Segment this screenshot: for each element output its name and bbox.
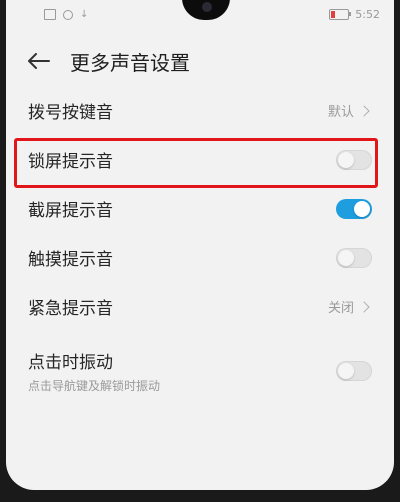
battery-icon [329, 9, 352, 20]
toggle-switch[interactable] [336, 247, 372, 268]
row-emergency-tone[interactable]: 紧急提示音 关闭 [6, 282, 394, 331]
sim-icon [44, 9, 56, 20]
row-label: 锁屏提示音 [28, 152, 113, 172]
screen: ↓ 5:52 更多声音设置 拨号按键音 默认 锁屏提示音 截屏提示音 触摸提示音… [6, 0, 394, 490]
chevron-right-icon [358, 104, 370, 117]
row-screenshot-sound[interactable]: 截屏提示音 [6, 184, 394, 233]
page-title: 更多声音设置 [70, 50, 190, 75]
row-value: 关闭 [328, 297, 372, 316]
toggle-switch[interactable] [336, 361, 372, 381]
download-icon: ↓ [80, 9, 89, 20]
toggle-switch[interactable] [336, 198, 372, 219]
row-sublabel: 点击导航键及解锁时振动 [28, 379, 161, 393]
row-label: 截屏提示音 [28, 201, 113, 221]
arrow-left-icon [28, 53, 50, 69]
header: 更多声音设置 [6, 36, 394, 86]
row-label: 拨号按键音 [28, 103, 113, 123]
settings-list: 拨号按键音 默认 锁屏提示音 截屏提示音 触摸提示音 紧急提示音 关闭 点击时振… [6, 86, 394, 401]
value-text: 默认 [327, 105, 354, 120]
back-button[interactable] [26, 48, 52, 74]
toggle-switch[interactable] [336, 149, 372, 170]
status-right: 5:52 [329, 8, 380, 21]
phone-frame: ↓ 5:52 更多声音设置 拨号按键音 默认 锁屏提示音 截屏提示音 触摸提示音… [0, 0, 400, 502]
row-label: 紧急提示音 [28, 299, 113, 319]
status-time: 5:52 [355, 8, 380, 21]
status-left-icons: ↓ [44, 9, 88, 20]
row-label: 点击时振动 [28, 353, 113, 373]
row-text-stack: 点击时振动 点击导航键及解锁时振动 [28, 348, 160, 394]
value-text: 关闭 [327, 301, 354, 316]
row-value: 默认 [328, 101, 372, 120]
chevron-right-icon [358, 300, 370, 313]
row-label: 触摸提示音 [28, 250, 113, 270]
notification-icon [63, 9, 73, 20]
row-dial-pad-tone[interactable]: 拨号按键音 默认 [6, 86, 394, 135]
row-vibrate-on-touch[interactable]: 点击时振动 点击导航键及解锁时振动 [6, 341, 394, 401]
row-lock-screen-sound[interactable]: 锁屏提示音 [6, 135, 394, 184]
front-camera [202, 2, 212, 12]
row-touch-sound[interactable]: 触摸提示音 [6, 233, 394, 282]
